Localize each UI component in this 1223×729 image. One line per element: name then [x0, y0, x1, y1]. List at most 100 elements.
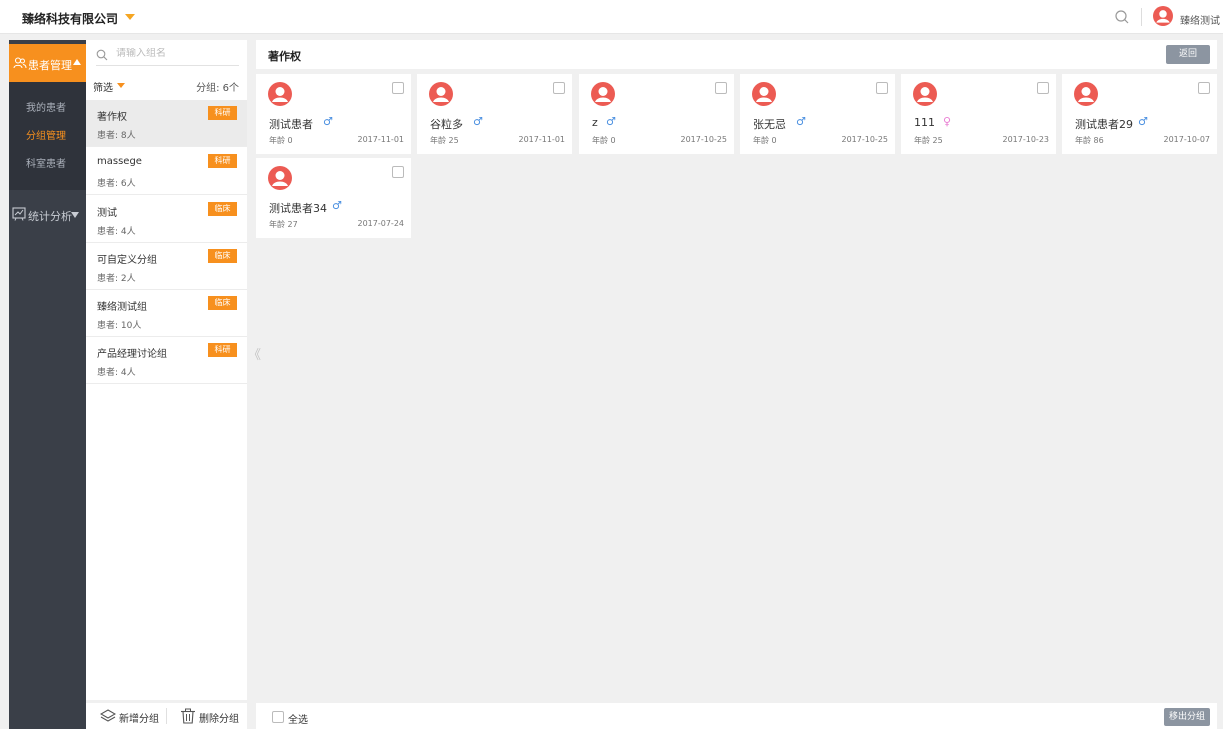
patient-date: 2017-10-25 [841, 135, 889, 144]
patient-age: 年龄 0 [592, 136, 616, 145]
patient-date: 2017-11-01 [518, 135, 566, 144]
patient-date: 2017-11-01 [357, 135, 405, 144]
patient-checkbox[interactable] [876, 82, 888, 94]
patient-checkbox[interactable] [553, 82, 565, 94]
group-search-input[interactable] [116, 48, 236, 59]
group-name: 臻络测试组 [97, 302, 147, 313]
female-icon: ♀ [943, 115, 952, 128]
group-type-badge: 临床 [208, 249, 237, 263]
group-name: massege [97, 156, 142, 167]
group-list-item[interactable]: 著作权 患者: 8人 科研 [86, 100, 247, 147]
patient-card[interactable]: z ♂ 年龄 0 2017-10-25 [579, 74, 734, 154]
patient-avatar-icon [752, 82, 776, 106]
patient-card[interactable]: 测试患者 ♂ 年龄 0 2017-11-01 [256, 74, 411, 154]
male-icon: ♂ [1138, 115, 1148, 128]
male-icon: ♂ [796, 115, 806, 128]
nav-section-label: 患者管理 [28, 59, 72, 72]
group-type-badge: 临床 [208, 202, 237, 216]
sidebar-item-my-patients[interactable]: 我的患者 [26, 99, 66, 114]
nav-submenu: 我的患者 分组管理 科室患者 [9, 82, 86, 190]
main-header: 著作权 返回 [256, 40, 1217, 69]
group-name: 著作权 [97, 112, 127, 123]
patient-card[interactable]: 111 ♀ 年龄 25 2017-10-23 [901, 74, 1056, 154]
patient-name: 测试患者34 [269, 202, 327, 215]
patient-avatar-icon [268, 82, 292, 106]
patient-checkbox[interactable] [715, 82, 727, 94]
search-icon [96, 49, 108, 61]
caret-up-icon [73, 59, 81, 65]
select-all-label[interactable]: 全选 [288, 711, 308, 726]
group-list-item[interactable]: 产品经理讨论组 患者: 4人 科研 [86, 337, 247, 384]
patient-name: 谷粒多 [430, 118, 463, 131]
main-footer: 全选 移出分组 [256, 703, 1217, 729]
patient-checkbox[interactable] [1037, 82, 1049, 94]
patient-name: 111 [914, 116, 935, 129]
group-patient-count: 患者: 4人 [97, 227, 136, 237]
group-count: 分组: 6个 [196, 83, 239, 94]
nav-patient-management[interactable]: 患者管理 [9, 44, 86, 82]
nav-statistics[interactable]: 统计分析 [9, 196, 86, 232]
group-name: 测试 [97, 208, 117, 219]
patient-age: 年龄 0 [753, 136, 777, 145]
patient-age: 年龄 25 [914, 136, 943, 145]
user-name[interactable]: 臻络测试 [1180, 12, 1220, 27]
caret-down-icon [71, 212, 79, 218]
layers-icon [100, 709, 116, 722]
patient-avatar-icon [429, 82, 453, 106]
sidebar-item-group-management[interactable]: 分组管理 [26, 127, 66, 142]
group-list-item[interactable]: 测试 患者: 4人 临床 [86, 196, 247, 243]
caret-down-icon[interactable] [117, 83, 125, 88]
add-group-label: 新增分组 [119, 714, 159, 725]
patient-date: 2017-10-23 [1002, 135, 1050, 144]
male-icon: ♂ [332, 199, 342, 212]
patient-avatar-icon [268, 166, 292, 190]
left-nav: 患者管理 我的患者 分组管理 科室患者 统计分析 [9, 40, 86, 729]
search-icon[interactable] [1114, 9, 1130, 25]
patient-age: 年龄 86 [1075, 136, 1104, 145]
patient-card[interactable]: 谷粒多 ♂ 年龄 25 2017-11-01 [417, 74, 572, 154]
move-out-group-button[interactable]: 移出分组 [1164, 708, 1210, 726]
group-name: 可自定义分组 [97, 255, 157, 266]
male-icon: ♂ [323, 115, 333, 128]
group-patient-count: 患者: 8人 [97, 131, 136, 141]
divider [166, 708, 167, 724]
group-patient-count: 患者: 6人 [97, 179, 136, 189]
users-icon [13, 57, 27, 69]
group-panel: 筛选 分组: 6个 著作权 患者: 8人 科研 massege 患者: 6人 科… [86, 40, 247, 700]
patient-checkbox[interactable] [392, 166, 404, 178]
patient-checkbox[interactable] [1198, 82, 1210, 94]
trash-icon [181, 708, 195, 724]
patient-date: 2017-10-25 [680, 135, 728, 144]
sidebar-item-department-patients[interactable]: 科室患者 [26, 155, 66, 170]
collapse-panel-icon[interactable]: 《 [248, 344, 261, 363]
patient-age: 年龄 0 [269, 136, 293, 145]
patient-avatar-icon [591, 82, 615, 106]
patient-card[interactable]: 测试患者29 ♂ 年龄 86 2017-10-07 [1062, 74, 1217, 154]
select-all-checkbox[interactable] [272, 711, 284, 723]
user-avatar-icon[interactable] [1153, 6, 1173, 26]
male-icon: ♂ [473, 115, 483, 128]
patient-checkbox[interactable] [392, 82, 404, 94]
group-search [96, 46, 239, 66]
group-type-badge: 科研 [208, 343, 237, 357]
patient-date: 2017-10-07 [1163, 135, 1211, 144]
patient-card[interactable]: 张无忌 ♂ 年龄 0 2017-10-25 [740, 74, 895, 154]
group-list-item[interactable]: 臻络测试组 患者: 10人 临床 [86, 290, 247, 337]
male-icon: ♂ [606, 115, 616, 128]
patient-card[interactable]: 测试患者34 ♂ 年龄 27 2017-07-24 [256, 158, 411, 238]
patient-avatar-icon [1074, 82, 1098, 106]
patient-date: 2017-07-24 [357, 219, 405, 228]
group-type-badge: 临床 [208, 296, 237, 310]
caret-down-icon[interactable] [125, 14, 135, 20]
group-type-badge: 科研 [208, 106, 237, 120]
back-button[interactable]: 返回 [1166, 45, 1210, 64]
page-title: 著作权 [268, 50, 301, 63]
top-bar: 臻络科技有限公司 臻络测试 [0, 0, 1223, 34]
group-patient-count: 患者: 4人 [97, 368, 136, 378]
group-list-item[interactable]: massege 患者: 6人 科研 [86, 148, 247, 195]
patient-avatar-icon [913, 82, 937, 106]
group-list-item[interactable]: 可自定义分组 患者: 2人 临床 [86, 243, 247, 290]
filter-label[interactable]: 筛选 [93, 79, 113, 94]
patient-name: 张无忌 [753, 118, 786, 131]
company-name: 臻络科技有限公司 [22, 12, 119, 26]
